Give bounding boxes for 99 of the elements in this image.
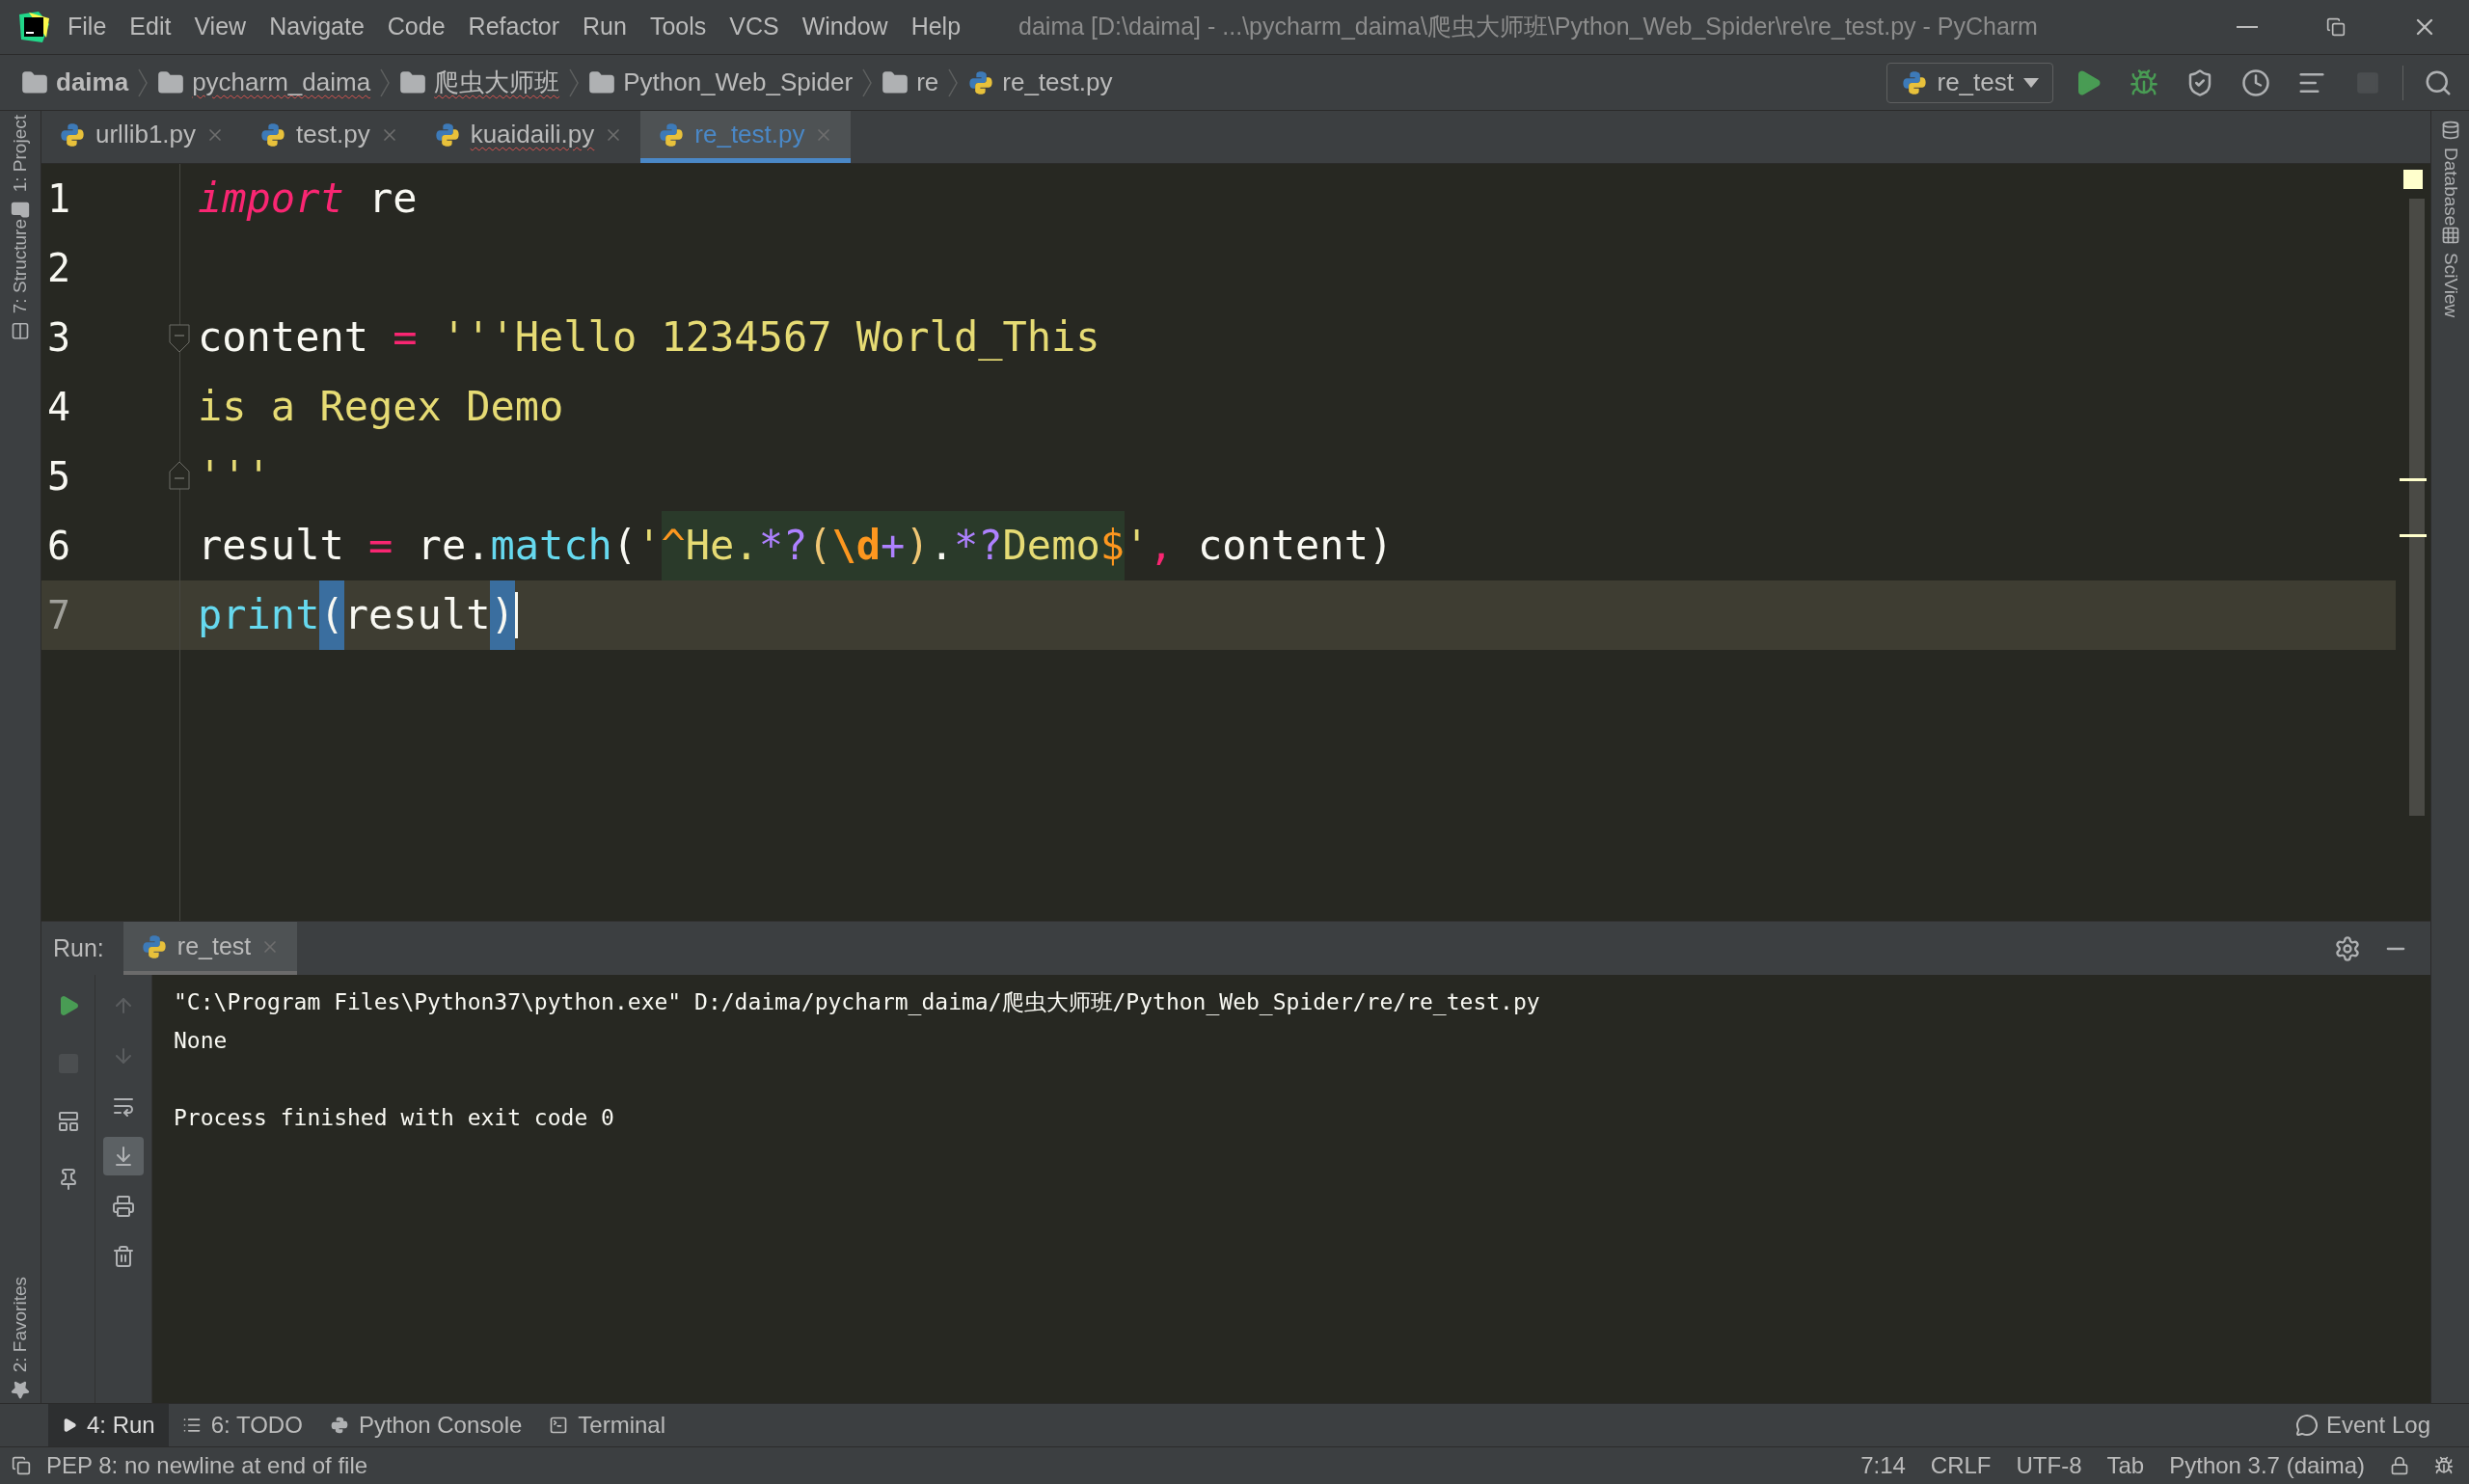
line-number: 3	[46, 314, 72, 362]
tool-window-tab[interactable]: 4: Run	[48, 1404, 169, 1446]
breadcrumb-item[interactable]: Python_Web_Spider	[584, 64, 857, 101]
python-file-icon	[433, 121, 461, 148]
chevron-icon	[138, 67, 149, 97]
event-log-button[interactable]: Event Log	[2294, 1404, 2430, 1446]
code-line: result = re.match('^He.*?(\d+).*?Demo$', content)	[180, 511, 1394, 580]
tool-window-tab[interactable]: 1: Project	[7, 115, 34, 220]
fold-marker-icon[interactable]	[169, 324, 190, 353]
line-number: 5	[46, 453, 72, 500]
code-line: '''	[197, 451, 271, 501]
breadcrumb-item[interactable]: re	[878, 64, 943, 101]
menu-item[interactable]: File	[68, 9, 107, 45]
chevron-icon	[380, 67, 391, 97]
menu-item[interactable]: Help	[910, 9, 962, 45]
fold-marker-icon[interactable]	[169, 461, 190, 490]
sciview-icon	[2440, 226, 2460, 246]
folder-icon	[588, 68, 616, 96]
folder-icon	[21, 68, 48, 96]
console-output-line: None	[174, 1027, 228, 1055]
window-title: daima [D:\daima] - ...\pycharm_daima\爬虫大师班\Python_Web_Spider\re\re_test.py - PyCharm	[1018, 12, 2038, 42]
python-icon	[329, 1416, 349, 1435]
status-item[interactable]: Tab	[2106, 1448, 2145, 1483]
line-number: 4	[46, 384, 72, 431]
python-file-icon	[259, 121, 287, 148]
clock-icon	[2241, 67, 2270, 97]
run-label: Run:	[53, 932, 104, 963]
code-line: print(result)	[180, 580, 518, 650]
status-item[interactable]: CRLF	[1930, 1448, 1992, 1483]
console-exit-message: Process finished with exit code 0	[174, 1104, 614, 1132]
line-number: 6	[46, 523, 72, 570]
tool-window-tab[interactable]: Database	[2436, 121, 2464, 227]
status-item[interactable]: Python 3.7 (daima)	[2169, 1448, 2365, 1483]
line-number: 7	[46, 592, 72, 639]
tool-window-tab[interactable]: SciView	[2436, 226, 2464, 318]
tool-window-tab[interactable]: 6: TODO	[168, 1404, 316, 1446]
restore-icon	[2326, 17, 2346, 37]
status-message: PEP 8: no newline at end of file	[46, 1451, 368, 1480]
python-file-icon	[658, 121, 686, 148]
line-number: 2	[46, 245, 72, 292]
menu-item[interactable]: View	[194, 9, 247, 45]
chevron-icon	[862, 67, 873, 97]
editor-tab[interactable]: test.py	[242, 111, 417, 163]
warning-marker[interactable]	[2403, 170, 2423, 189]
scrollbar[interactable]	[2409, 199, 2425, 816]
menu-item[interactable]: Window	[801, 9, 888, 45]
list-icon	[181, 1416, 202, 1435]
code-line: is a Regex Demo	[197, 382, 564, 432]
chevron-icon	[948, 67, 959, 97]
menu-item[interactable]: Edit	[129, 9, 172, 45]
printer-icon	[112, 1195, 135, 1218]
python-file-icon	[967, 68, 995, 96]
line-number: 1	[46, 175, 72, 223]
status-item[interactable]: UTF-8	[2016, 1448, 2082, 1483]
menu-item[interactable]: Tools	[649, 9, 707, 45]
tool-window-tab[interactable]: Terminal	[535, 1404, 680, 1446]
status-item[interactable]: 7:14	[1860, 1448, 1906, 1483]
run-config-dropdown[interactable]: re_test	[1886, 62, 2053, 103]
menu-item[interactable]: Run	[583, 9, 627, 45]
app-logo-icon	[17, 11, 50, 43]
folder-icon	[157, 68, 185, 96]
chevron-icon	[569, 67, 580, 97]
lock-icon[interactable]	[2390, 1456, 2409, 1475]
editor-tab[interactable]: urllib1.py	[41, 111, 243, 163]
menu-item[interactable]: VCS	[729, 9, 779, 45]
menu-item[interactable]: Refactor	[468, 9, 560, 45]
code-line: content = '''Hello 1234567 World_This	[197, 312, 1100, 363]
error-stripe	[2400, 478, 2427, 481]
run-tab[interactable]: re_test	[122, 922, 298, 975]
menu-item[interactable]: Code	[387, 9, 446, 45]
play-icon	[62, 1417, 77, 1433]
python-file-icon	[59, 121, 86, 148]
settings-icon[interactable]	[2334, 934, 2361, 962]
speech-bubble-icon	[2294, 1414, 2319, 1437]
bug-icon	[2130, 67, 2158, 97]
folder-icon	[882, 68, 909, 96]
tool-window-tab[interactable]: 7: Structure	[7, 219, 34, 341]
terminal-icon	[549, 1416, 569, 1435]
text-cursor	[514, 592, 518, 638]
caret-icon	[2023, 77, 2039, 88]
python-file-icon	[140, 932, 168, 960]
error-stripe	[2400, 534, 2427, 537]
editor-tab[interactable]: kuaidaili.py	[416, 111, 641, 163]
console-output-line: "C:\Program Files\Python37\python.exe" D:/daima/pycharm_daima/爬虫大师班/Python_Web_Spider/re/re_test.py	[174, 988, 1540, 1017]
scroll-end-button[interactable]	[103, 1137, 144, 1175]
breadcrumb-item[interactable]: daima	[17, 64, 133, 101]
database-icon	[2440, 121, 2460, 140]
python-file-icon	[1900, 68, 1928, 96]
folder-icon	[399, 68, 427, 96]
breadcrumb-item[interactable]: 爬虫大师班	[395, 64, 564, 101]
trash-icon	[112, 1245, 135, 1268]
layout-icon	[56, 1110, 80, 1133]
tool-window-tab[interactable]: 2: Favorites	[7, 1276, 34, 1399]
code-line: import re	[197, 174, 418, 224]
minimize-icon	[2237, 26, 2258, 28]
breadcrumb-item[interactable]: pycharm_daima	[153, 64, 375, 101]
tool-window-tab[interactable]: Python Console	[315, 1404, 536, 1446]
menu-item[interactable]: Navigate	[269, 9, 365, 45]
breadcrumb-item[interactable]: re_test.py	[963, 64, 1117, 101]
